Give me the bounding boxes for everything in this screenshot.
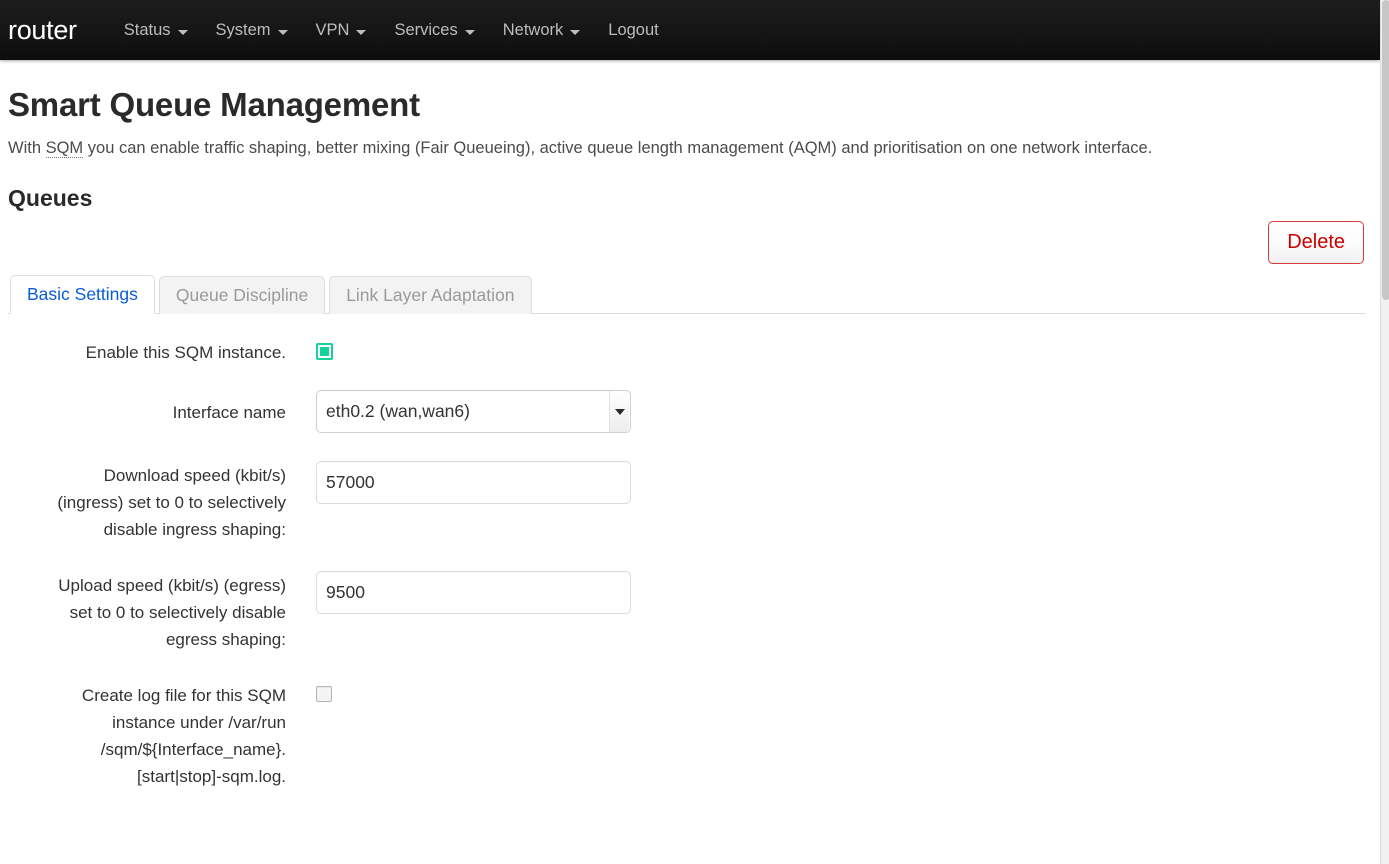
form-row-create-log-file: Create log file for this SQM instance un… [8, 681, 1366, 790]
download-speed-label-line-1: Download speed (kbit/s) [103, 466, 286, 485]
nav-item-label: Services [394, 21, 458, 39]
basic-settings-form: Enable this SQM instance. Interface name… [8, 314, 1366, 790]
nav-item-system[interactable]: System [202, 0, 302, 60]
tab-queue-discipline[interactable]: Queue Discipline [158, 276, 326, 314]
upload-speed-control [286, 571, 1366, 614]
form-row-upload-speed: Upload speed (kbit/s) (egress) set to 0 … [8, 571, 1366, 653]
enable-sqm-label: Enable this SQM instance. [85, 343, 286, 362]
upload-speed-label-line-2: set to 0 to selectively disable [69, 603, 286, 622]
top-navigation-bar: router Status System VPN Services Networ… [0, 0, 1380, 60]
page-content: Smart Queue Management With SQM you can … [0, 86, 1380, 790]
nav-item-label: Logout [608, 21, 659, 39]
nav-item-label: System [215, 21, 271, 39]
create-log-file-label-line-1: Create log file for this SQM [81, 686, 286, 705]
action-button-row: Delete [8, 221, 1366, 264]
page-scrollbar[interactable] [1380, 0, 1389, 864]
form-row-interface: Interface name eth0.2 (wan,wan6) [8, 390, 1366, 433]
form-row-download-speed: Download speed (kbit/s) (ingress) set to… [8, 461, 1366, 543]
page-description-suffix: you can enable traffic shaping, better m… [83, 139, 1153, 157]
nav-item-label: VPN [315, 21, 350, 39]
chevron-down-icon [356, 29, 367, 35]
nav-item-network[interactable]: Network [489, 0, 595, 60]
nav-item-status[interactable]: Status [110, 0, 202, 60]
sqm-abbreviation[interactable]: SQM [45, 139, 84, 158]
nav-item-services[interactable]: Services [380, 0, 488, 60]
interface-select-wrapper: eth0.2 (wan,wan6) [316, 390, 631, 433]
scrollbar-thumb[interactable] [1382, 0, 1389, 300]
chevron-down-icon [177, 29, 188, 35]
nav-item-logout[interactable]: Logout [594, 0, 672, 60]
page-description: With SQM you can enable traffic shaping,… [8, 137, 1366, 159]
upload-speed-input[interactable] [316, 571, 631, 614]
chevron-down-icon [464, 29, 475, 35]
download-speed-input[interactable] [316, 461, 631, 504]
create-log-file-label: Create log file for this SQM instance un… [8, 681, 286, 790]
nav-item-label: Network [502, 21, 564, 39]
chevron-down-icon [570, 29, 581, 35]
page-title: Smart Queue Management [8, 86, 420, 123]
tab-basic-settings[interactable]: Basic Settings [10, 275, 155, 314]
download-speed-label-line-3: disable ingress shaping: [103, 520, 286, 539]
chevron-down-icon [277, 29, 288, 35]
nav-item-vpn[interactable]: VPN [302, 0, 381, 60]
create-log-file-label-line-2: instance under /var/run [112, 713, 286, 732]
brand-logo[interactable]: router [8, 16, 77, 44]
download-speed-label-line-2: (ingress) set to 0 to selectively [57, 493, 286, 512]
tab-link-layer-adaptation[interactable]: Link Layer Adaptation [329, 276, 532, 314]
interface-name-control: eth0.2 (wan,wan6) [286, 390, 1366, 433]
create-log-file-control [286, 681, 1366, 702]
enable-sqm-checkbox[interactable] [316, 343, 333, 360]
section-title-queues: Queues [8, 185, 93, 211]
interface-name-select[interactable]: eth0.2 (wan,wan6) [316, 390, 631, 433]
create-log-file-label-line-3: /sqm/${Interface_name}. [100, 740, 286, 759]
download-speed-label: Download speed (kbit/s) (ingress) set to… [8, 461, 286, 543]
enable-sqm-control [286, 338, 1366, 360]
create-log-file-checkbox[interactable] [316, 686, 332, 702]
interface-name-label: Interface name [172, 403, 286, 422]
form-row-enable: Enable this SQM instance. [8, 338, 1366, 366]
page-description-prefix: With [8, 139, 46, 157]
create-log-file-label-line-4: [start|stop]-sqm.log. [137, 767, 286, 786]
upload-speed-label-line-3: egress shaping: [165, 630, 286, 649]
tab-bar: Basic Settings Queue Discipline Link Lay… [8, 275, 1366, 314]
upload-speed-label: Upload speed (kbit/s) (egress) set to 0 … [8, 571, 286, 653]
delete-button[interactable]: Delete [1268, 221, 1364, 264]
download-speed-control [286, 461, 1366, 504]
upload-speed-label-line-1: Upload speed (kbit/s) (egress) [58, 576, 286, 595]
nav-item-label: Status [123, 21, 171, 39]
nav-items: Status System VPN Services Network Logou… [110, 0, 673, 60]
